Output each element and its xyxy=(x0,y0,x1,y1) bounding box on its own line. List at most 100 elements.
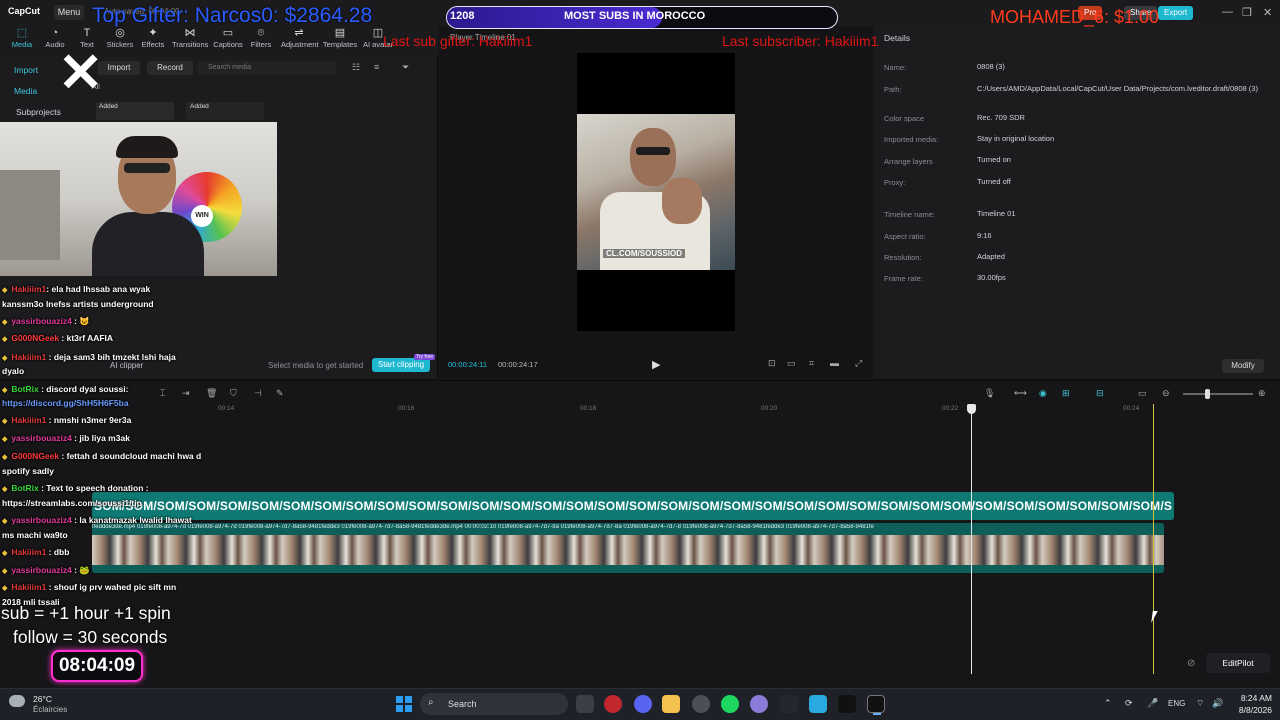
draw-icon[interactable]: ✎ xyxy=(276,388,284,399)
text-clip-track[interactable]: SOM/SOM/SOM/SOM/SOM/SOM/SOM/SOM/SOM/SOM/… xyxy=(92,492,1174,520)
video-hand xyxy=(662,178,702,224)
badge-icon: ◆ xyxy=(2,387,10,394)
zoom-out-icon[interactable]: ⊖ xyxy=(1162,388,1170,399)
magnet-icon[interactable]: ◉ xyxy=(1039,388,1047,399)
close-icon[interactable]: ✕ xyxy=(1263,6,1272,19)
menu-button[interactable]: Menu xyxy=(54,5,84,20)
badge-icon: ◆ xyxy=(2,550,10,557)
editpilot-button[interactable]: EditPilot xyxy=(1206,653,1270,673)
weather-description[interactable]: Éclaircies xyxy=(33,705,67,714)
sidebar-item-import[interactable]: Import xyxy=(14,65,38,75)
maximize-icon[interactable]: ❐ xyxy=(1242,6,1252,19)
chat-message: ◆ Hakiiim1 : deja sam3 bih tmzekt lshi h… xyxy=(2,352,176,362)
tray-chevron-icon[interactable]: ⌃ xyxy=(1104,698,1112,709)
ai-clipper-label[interactable]: AI clipper xyxy=(110,361,143,370)
tray-mic-icon[interactable]: 🎤 xyxy=(1147,698,1158,709)
subs-goal-title: MOST SUBS IN MOROCCO xyxy=(564,10,706,22)
crop-timeline-icon[interactable]: ⊣ xyxy=(254,388,262,399)
playhead[interactable] xyxy=(971,404,972,674)
tool-effects[interactable]: ✦ Effects xyxy=(135,27,171,49)
task-view-icon[interactable] xyxy=(576,695,594,713)
chat-text: : 🐸 xyxy=(71,565,90,575)
fullscreen-icon[interactable]: ⤢ xyxy=(855,358,862,369)
quality-icon[interactable]: ▭ xyxy=(787,358,796,369)
chat-message: dyalo xyxy=(2,366,24,376)
zoom-slider[interactable] xyxy=(1183,393,1253,395)
windows-start-icon[interactable] xyxy=(396,696,412,712)
opera-icon[interactable] xyxy=(604,695,622,713)
snapshot-icon[interactable]: ⊡ xyxy=(768,358,776,369)
minimize-icon[interactable]: — xyxy=(1222,6,1233,18)
subathon-timer: 08:04:09 xyxy=(51,650,143,682)
clock-time[interactable]: 8:24 AM xyxy=(1236,693,1272,703)
search-media-input[interactable]: Search media xyxy=(198,61,336,75)
volume-icon[interactable]: 🔊 xyxy=(1212,698,1223,709)
split-icon[interactable]: ⌶ xyxy=(160,388,165,399)
tool-adjustment[interactable]: ⇌ Adjustment xyxy=(281,27,319,49)
badge-icon: ◆ xyxy=(2,568,10,575)
weather-cloud-icon[interactable] xyxy=(9,695,25,707)
chat-message: https://streamlabs.com/soussi1/tip xyxy=(2,498,142,508)
preview-axis-icon[interactable]: ⊟ xyxy=(1096,388,1104,399)
crop-icon[interactable]: ⌗ xyxy=(809,358,814,369)
tool-captions[interactable]: ▭ Captions xyxy=(210,27,246,49)
chat-username: Hakiiim1 xyxy=(11,547,47,557)
transitions-icon: ⋈ xyxy=(184,27,196,39)
tool-label: Media xyxy=(11,40,33,49)
sort-icon[interactable]: ☷ xyxy=(352,62,360,73)
start-clipping-button[interactable]: Start clipping xyxy=(372,358,430,372)
spotify-icon[interactable] xyxy=(721,695,739,713)
chat-username: Hakiiim1 xyxy=(11,415,47,425)
tool-transitions[interactable]: ⋈ Transitions xyxy=(172,27,208,49)
tool-stickers[interactable]: ◎ Stickers xyxy=(102,27,138,49)
file-explorer-icon[interactable] xyxy=(662,695,680,713)
ratio-icon[interactable]: ▬ xyxy=(830,358,839,368)
link-icon[interactable]: ⟷ xyxy=(1014,388,1027,399)
sidebar-item-media[interactable]: Media xyxy=(14,86,37,96)
adjustment-icon: ⇌ xyxy=(294,27,304,39)
zoom-in-icon[interactable]: ⊕ xyxy=(1258,388,1266,399)
tool-filters[interactable]: ⌾ Filters xyxy=(243,27,279,49)
import-button[interactable]: Import xyxy=(98,61,140,75)
feedback-icon[interactable]: ⊘ xyxy=(1187,658,1195,669)
discord-icon[interactable] xyxy=(634,695,652,713)
language-indicator[interactable]: ENG xyxy=(1168,699,1185,708)
chat-username: BotRix xyxy=(11,483,39,493)
view-icon[interactable]: ≡ xyxy=(374,62,379,72)
snap-icon[interactable]: ⊞ xyxy=(1062,388,1070,399)
obs-icon[interactable] xyxy=(838,695,856,713)
play-icon[interactable]: ▶ xyxy=(652,358,660,371)
chat-text: : nmshi n3mer 9er3a xyxy=(46,415,132,425)
microphone-icon[interactable]: 🎙 xyxy=(984,388,995,399)
app-logo: CapCut xyxy=(8,6,40,16)
record-button[interactable]: Record xyxy=(147,61,193,75)
wifi-icon[interactable]: ⌔ xyxy=(1196,698,1204,709)
caption-track-icon[interactable]: ▭ xyxy=(1138,388,1147,399)
badge-icon: ◆ xyxy=(2,436,10,443)
badge-icon: ◆ xyxy=(2,287,10,294)
app-icon[interactable] xyxy=(809,695,827,713)
export-button[interactable]: Export xyxy=(1158,6,1194,20)
filter-icon[interactable]: ⏷ xyxy=(402,62,409,73)
capcut-icon[interactable] xyxy=(867,695,885,713)
tool-media[interactable]: ⬚ Media xyxy=(4,27,40,49)
tool-templates[interactable]: ▤ Templates xyxy=(322,27,358,49)
sidebar-item-subprojects[interactable]: Subprojects xyxy=(16,107,61,117)
added-badge: Added xyxy=(99,103,118,110)
detail-key: Name: xyxy=(884,63,907,72)
split-right-icon[interactable]: ⇥ xyxy=(182,388,190,399)
detail-value: Timeline 01 xyxy=(977,209,1016,218)
playhead-handle[interactable] xyxy=(967,404,976,414)
browser-icon[interactable] xyxy=(750,695,768,713)
weather-temperature[interactable]: 26°C xyxy=(33,694,52,704)
zoom-slider-handle[interactable] xyxy=(1205,389,1210,399)
chat-text: : Text to speech donation : xyxy=(38,483,149,493)
terminal-icon[interactable] xyxy=(780,695,798,713)
tray-app-icon[interactable]: ⟳ xyxy=(1125,698,1133,709)
github-icon[interactable] xyxy=(692,695,710,713)
clock-date[interactable]: 8/8/2026 xyxy=(1226,705,1272,715)
shield-icon[interactable]: ⛉ xyxy=(230,388,237,399)
taskbar-search[interactable]: Search xyxy=(420,693,568,715)
delete-icon[interactable]: 🗑 xyxy=(206,388,217,399)
modify-button[interactable]: Modify xyxy=(1222,359,1264,373)
